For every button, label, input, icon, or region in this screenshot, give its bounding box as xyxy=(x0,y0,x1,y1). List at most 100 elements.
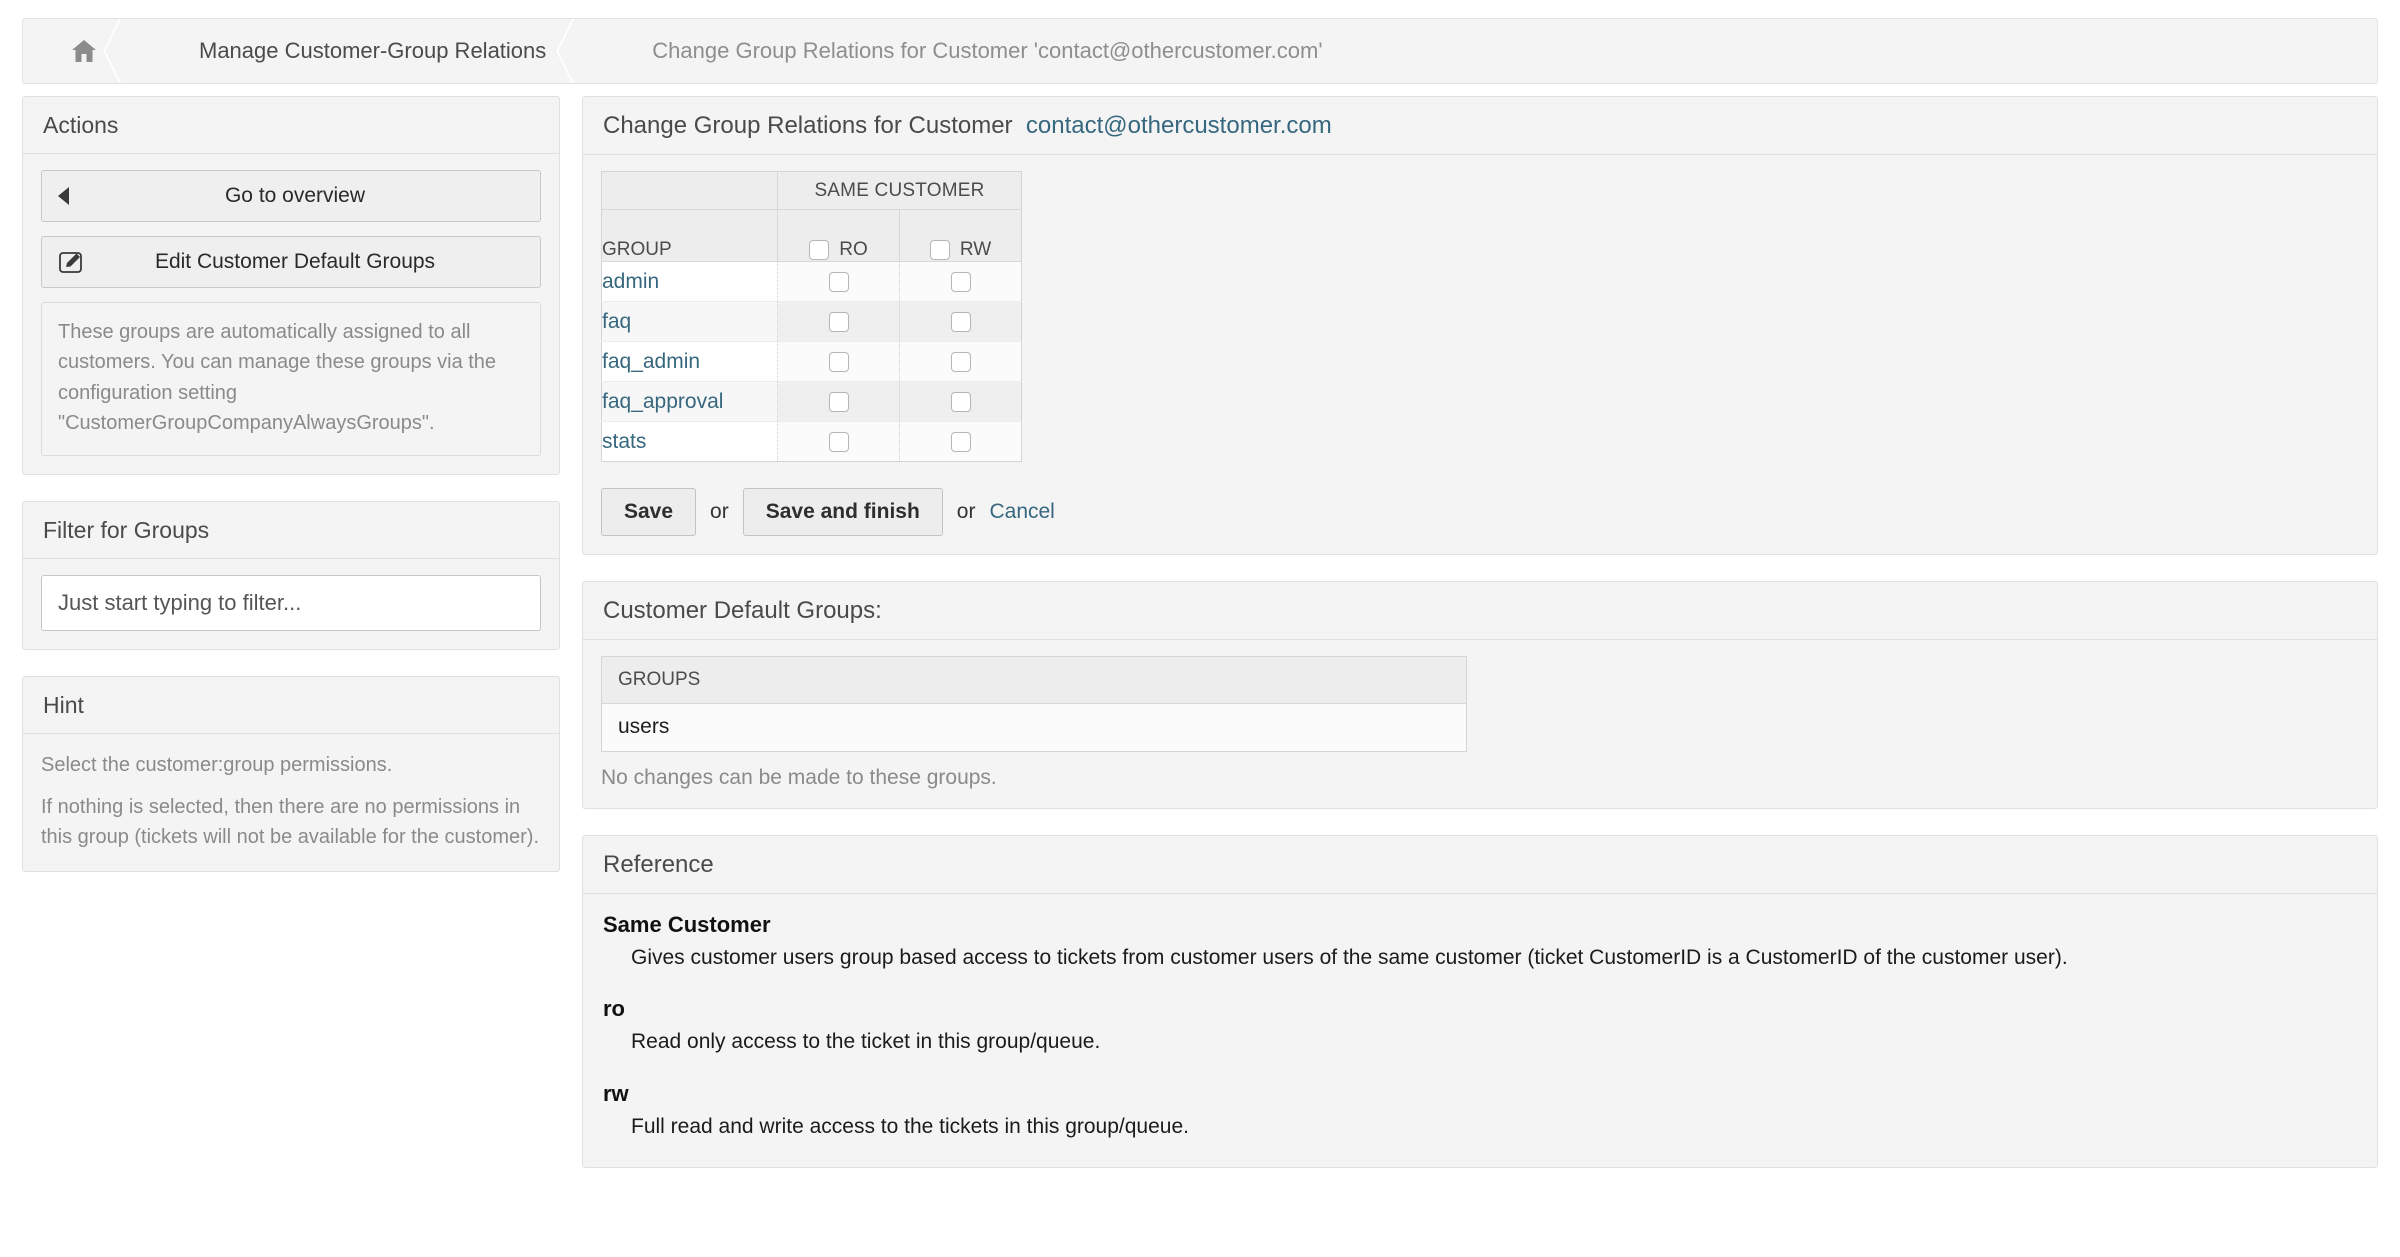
rw-checkbox[interactable] xyxy=(950,391,971,412)
ro-checkbox[interactable] xyxy=(828,391,849,412)
group-name-link[interactable]: stats xyxy=(601,421,778,462)
breadcrumb: Manage Customer-Group Relations Change G… xyxy=(22,18,2378,84)
reference-body: Same Customer Gives customer users group… xyxy=(583,894,2377,1167)
breadcrumb-separator-2 xyxy=(572,19,606,83)
ro-checkbox[interactable] xyxy=(828,431,849,452)
table-row: faq xyxy=(601,301,1022,342)
rw-checkbox[interactable] xyxy=(950,351,971,372)
header-same-customer: SAME CUSTOMER xyxy=(777,171,1022,210)
default-groups-note: No changes can be made to these groups. xyxy=(601,766,997,789)
customer-default-groups-panel: Customer Default Groups: GROUPS users No… xyxy=(582,581,2378,809)
group-relations-body: SAME CUSTOMER GROUP RO RW admin faq faq_… xyxy=(583,155,2377,554)
reference-panel: Reference Same Customer Gives customer u… xyxy=(582,835,2378,1169)
cancel-link[interactable]: Cancel xyxy=(989,500,1054,524)
customer-default-groups-body: GROUPS users No changes can be made to t… xyxy=(583,640,2377,808)
go-to-overview-button[interactable]: Go to overview xyxy=(41,170,541,222)
group-relations-title-prefix: Change Group Relations for Customer xyxy=(603,112,1013,139)
filter-panel: Filter for Groups xyxy=(22,500,560,650)
hint-line-1: Select the customer:group permissions. xyxy=(41,753,393,776)
or-text-1: or xyxy=(710,500,729,523)
customer-default-groups-title: Customer Default Groups: xyxy=(583,582,2377,640)
breadcrumb-label: Manage Customer-Group Relations xyxy=(199,38,547,63)
hint-panel-title: Hint xyxy=(23,676,559,734)
ro-cell xyxy=(777,341,900,382)
group-relations-title: Change Group Relations for Customer cont… xyxy=(583,97,2377,155)
group-permissions-table: SAME CUSTOMER GROUP RO RW admin faq faq_… xyxy=(601,171,1022,462)
group-name-link[interactable]: admin xyxy=(601,261,778,302)
breadcrumb-label: Change Group Relations for Customer 'con… xyxy=(652,38,1323,63)
go-to-overview-label: Go to overview xyxy=(224,184,366,207)
save-and-finish-button[interactable]: Save and finish xyxy=(742,488,943,536)
rw-checkbox[interactable] xyxy=(950,271,971,292)
hint-panel: Hint Select the customer:group permissio… xyxy=(22,675,560,872)
table-row: faq_admin xyxy=(601,341,1022,382)
save-button[interactable]: Save xyxy=(601,488,697,536)
default-groups-info-text: These groups are automatically assigned … xyxy=(41,302,541,456)
reference-definition: Gives customer users group based access … xyxy=(631,946,2068,969)
page-layout: Actions Go to overview Edit Customer Def… xyxy=(0,84,2400,1194)
rw-cell xyxy=(899,341,1022,382)
rw-cell xyxy=(899,261,1022,302)
header-group: GROUP xyxy=(601,209,778,262)
main-content: Change Group Relations for Customer cont… xyxy=(582,96,2378,1194)
group-filter-input[interactable] xyxy=(41,574,541,631)
ro-cell xyxy=(777,261,900,302)
rw-checkbox[interactable] xyxy=(950,311,971,332)
ro-cell xyxy=(777,421,900,462)
ro-checkbox[interactable] xyxy=(828,311,849,332)
caret-left-icon xyxy=(58,187,92,205)
table-header-row: GROUPS xyxy=(601,656,1467,704)
group-name-link[interactable]: faq_admin xyxy=(601,341,778,382)
header-rw-label: RW xyxy=(959,239,992,260)
table-row: faq_approval xyxy=(601,381,1022,422)
actions-panel-title: Actions xyxy=(23,97,559,154)
group-name-link[interactable]: faq xyxy=(601,301,778,342)
hint-line-2: If nothing is selected, then there are n… xyxy=(41,795,539,849)
hint-panel-body: Select the customer:group permissions. I… xyxy=(23,734,559,871)
reference-term: ro xyxy=(603,996,625,1022)
header-ro-label: RO xyxy=(839,239,868,260)
edit-customer-default-groups-label: Edit Customer Default Groups xyxy=(154,250,436,273)
table-row: admin xyxy=(601,261,1022,302)
group-relations-panel: Change Group Relations for Customer cont… xyxy=(582,96,2378,555)
select-all-rw-checkbox[interactable] xyxy=(929,240,950,260)
table-header-span-row: SAME CUSTOMER xyxy=(601,171,1022,210)
pencil-square-icon xyxy=(58,249,92,275)
reference-term: Same Customer xyxy=(603,912,771,937)
ro-cell xyxy=(777,301,900,342)
breadcrumb-item-manage-relations[interactable]: Manage Customer-Group Relations xyxy=(153,19,572,83)
reference-definition: Full read and write access to the ticket… xyxy=(631,1114,1189,1138)
ro-checkbox[interactable] xyxy=(828,351,849,372)
reference-title: Reference xyxy=(583,836,2377,894)
ro-cell xyxy=(777,381,900,422)
or-text-2: or xyxy=(956,500,976,523)
rw-checkbox[interactable] xyxy=(950,431,971,452)
default-group-name: users xyxy=(601,703,1467,752)
customer-email-link[interactable]: contact@othercustomer.com xyxy=(1026,112,1332,139)
actions-panel: Actions Go to overview Edit Customer Def… xyxy=(22,96,560,475)
header-rw: RW xyxy=(899,209,1022,262)
breadcrumb-item-change-relations: Change Group Relations for Customer 'con… xyxy=(606,19,1348,83)
select-all-ro-checkbox[interactable] xyxy=(809,240,830,260)
sidebar: Actions Go to overview Edit Customer Def… xyxy=(22,96,560,898)
filter-panel-body xyxy=(23,559,559,649)
rw-cell xyxy=(899,381,1022,422)
header-ro: RO xyxy=(777,209,900,262)
default-groups-table: GROUPS users xyxy=(601,656,1467,752)
breadcrumb-separator-1 xyxy=(119,19,153,83)
home-icon xyxy=(71,39,97,63)
filter-panel-title: Filter for Groups xyxy=(23,501,559,559)
table-header-row: GROUP RO RW xyxy=(601,209,1022,262)
submit-row: Save or Save and finish or Cancel xyxy=(601,488,2359,536)
reference-term: rw xyxy=(603,1080,629,1106)
reference-definition: Read only access to the ticket in this g… xyxy=(631,1030,1101,1054)
group-name-link[interactable]: faq_approval xyxy=(601,381,778,422)
table-row: stats xyxy=(601,421,1022,462)
edit-customer-default-groups-button[interactable]: Edit Customer Default Groups xyxy=(41,236,541,288)
ro-checkbox[interactable] xyxy=(828,271,849,292)
header-blank-cell xyxy=(601,171,778,210)
rw-cell xyxy=(899,421,1022,462)
table-row: users xyxy=(601,703,1467,752)
actions-panel-body: Go to overview Edit Customer Default Gro… xyxy=(23,154,559,474)
rw-cell xyxy=(899,301,1022,342)
